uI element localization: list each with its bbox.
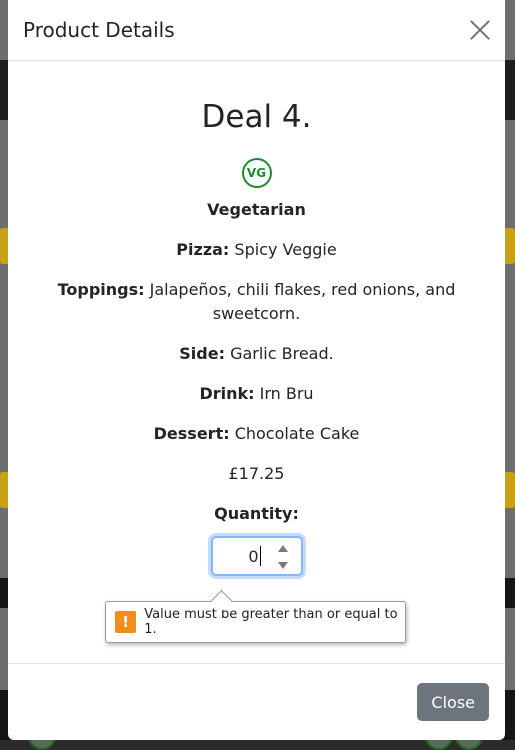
detail-value: Chocolate Cake	[234, 424, 360, 444]
modal-header: Product Details	[8, 0, 505, 61]
detail-toppings: Toppings: Jalapeños, chili flakes, red o…	[8, 278, 505, 326]
detail-label: Pizza:	[176, 240, 230, 260]
detail-value: Garlic Bread.	[230, 344, 334, 364]
close-button[interactable]: Close	[417, 683, 489, 721]
deal-title: Deal 4.	[201, 99, 312, 135]
validation-tooltip: ! Value must be greater than or equal to…	[105, 601, 406, 643]
detail-pizza: Pizza: Spicy Veggie	[8, 238, 505, 262]
modal-footer: Close	[8, 663, 505, 740]
warning-icon: !	[115, 611, 137, 633]
product-details-modal: Product Details Deal 4. VG Vegetarian Pi…	[8, 0, 505, 740]
quantity-input[interactable]: 0	[210, 536, 303, 577]
modal-title: Product Details	[23, 18, 175, 42]
quantity-value: 0	[248, 546, 259, 566]
detail-label: Toppings:	[57, 280, 145, 300]
detail-side: Side: Garlic Bread.	[8, 342, 505, 366]
detail-drink: Drink: Irn Bru	[8, 382, 505, 406]
quantity-label: Quantity:	[214, 504, 299, 524]
text-caret	[259, 546, 261, 567]
validation-message: Value must be greater than or equal to 1…	[144, 607, 398, 637]
quantity-spinner[interactable]	[277, 545, 289, 570]
vegetarian-badge-icon: VG	[241, 158, 272, 189]
detail-label: Side:	[179, 344, 225, 364]
quantity-wrapper: 0	[8, 536, 505, 577]
close-icon[interactable]	[469, 19, 491, 41]
detail-value: Irn Bru	[259, 384, 314, 404]
spinner-down-icon[interactable]	[277, 562, 288, 570]
detail-dessert: Dessert: Chocolate Cake	[8, 422, 505, 446]
spinner-up-icon[interactable]	[277, 545, 288, 553]
detail-label: Drink:	[199, 384, 255, 404]
category-label: Vegetarian	[207, 200, 306, 220]
price: £17.25	[228, 464, 285, 484]
detail-value: Spicy Veggie	[234, 240, 337, 260]
modal-body: Deal 4. VG Vegetarian Pizza: Spicy Veggi…	[8, 61, 505, 663]
detail-label: Dessert:	[153, 424, 230, 444]
detail-value: Jalapeños, chili flakes, red onions, and…	[149, 280, 456, 324]
